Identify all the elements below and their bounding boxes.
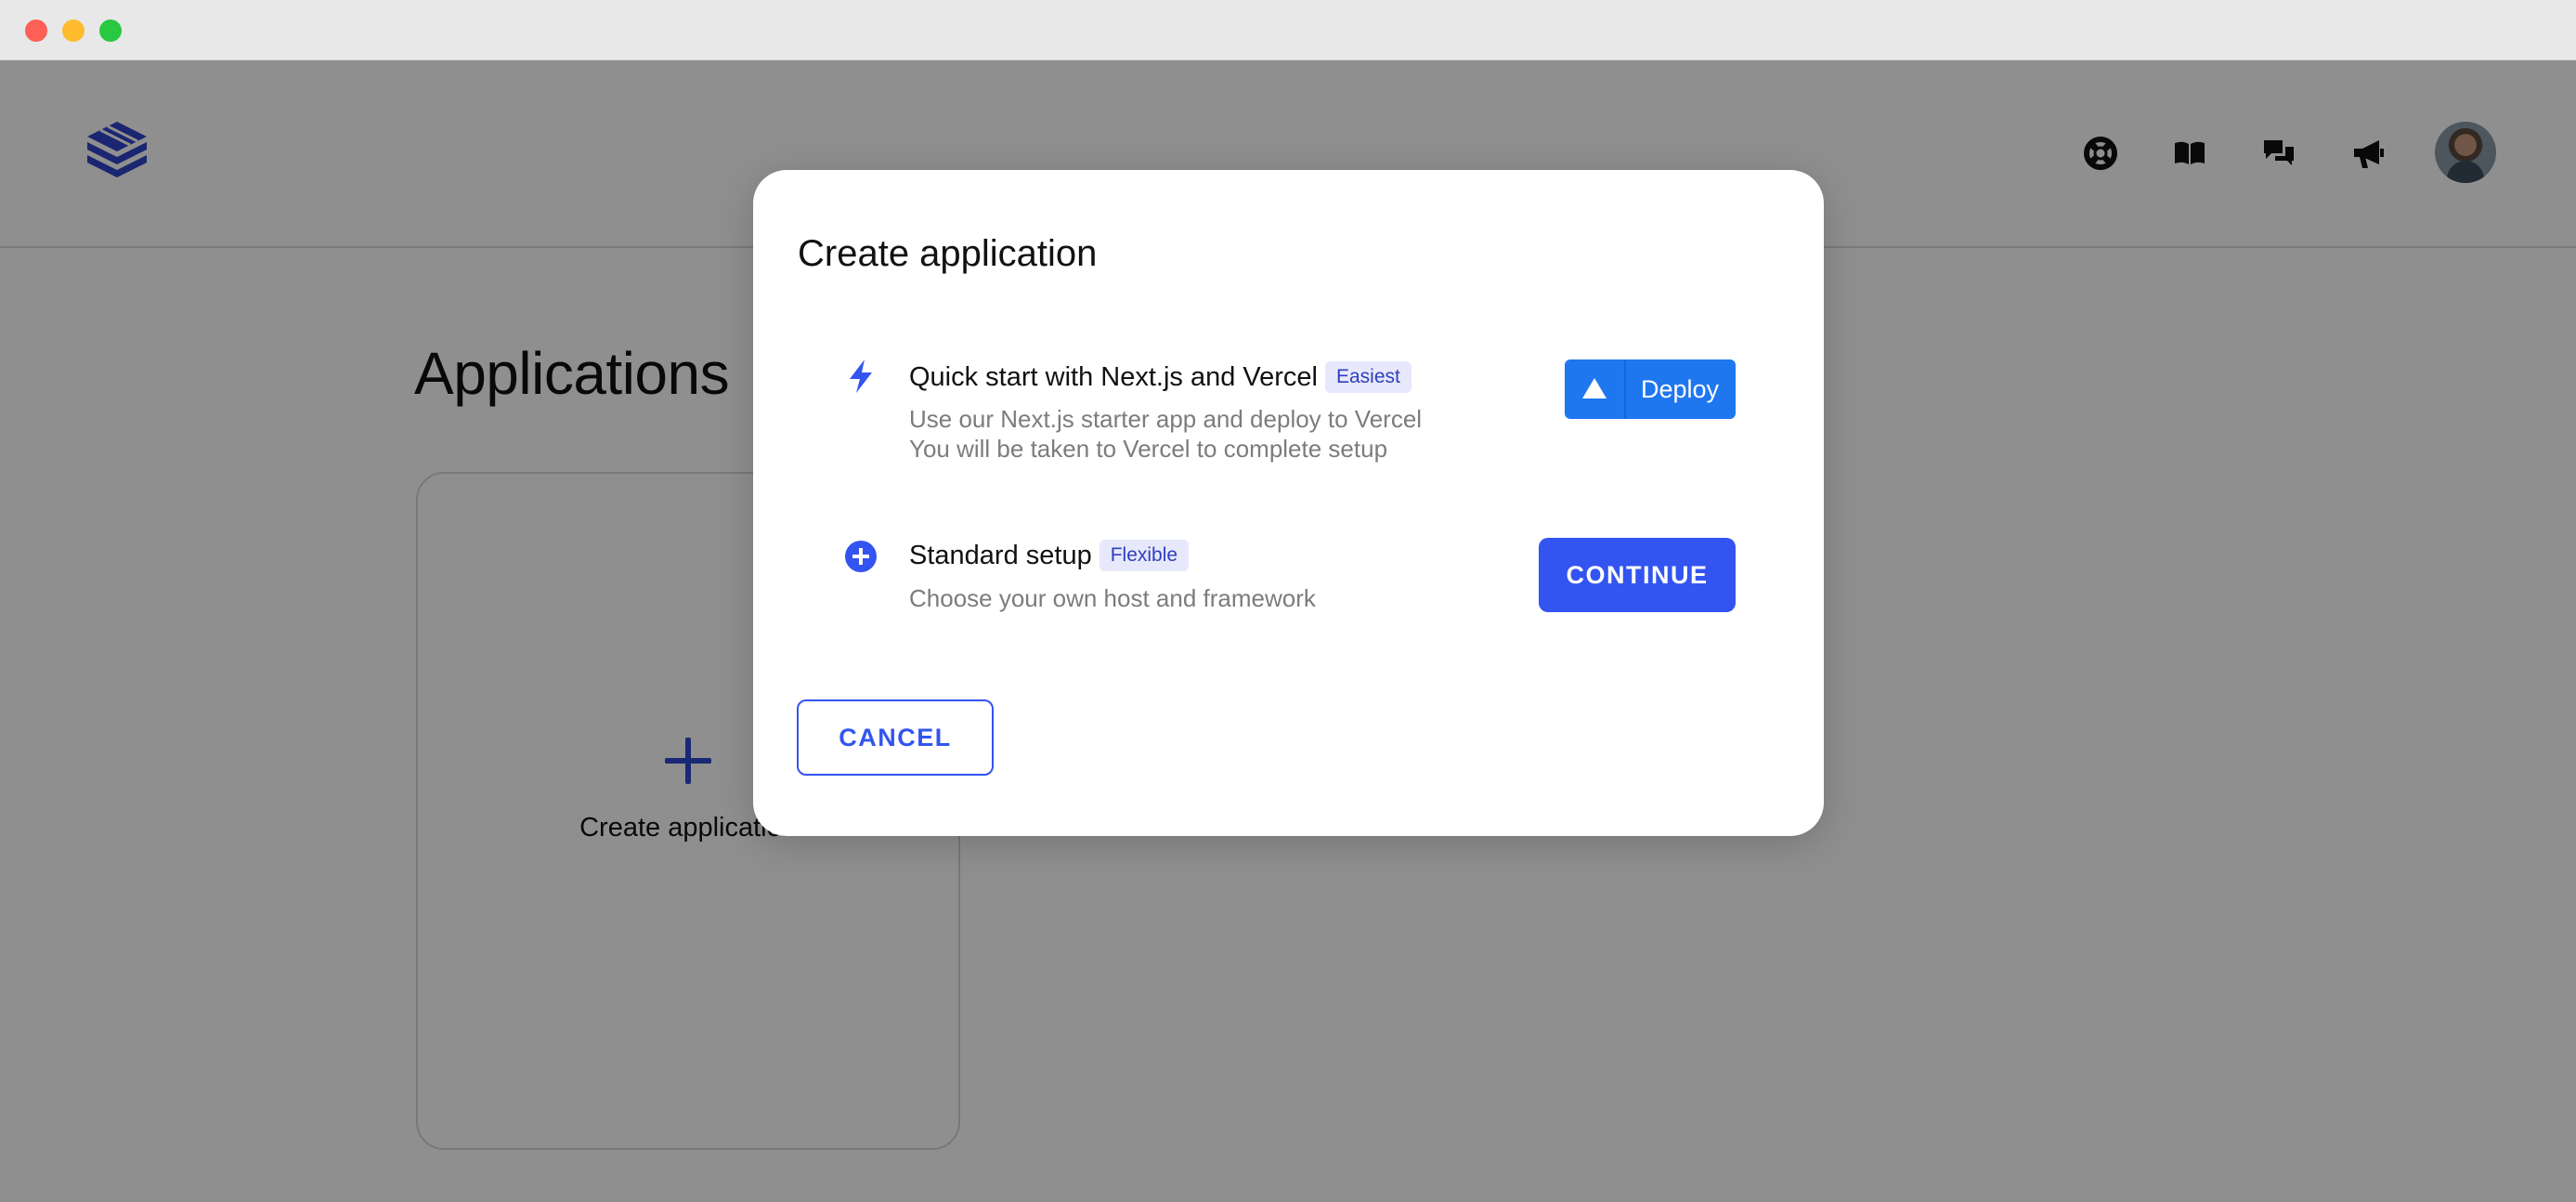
standard-setup-title-text: Standard setup: [909, 541, 1092, 570]
window-titlebar: [0, 0, 2576, 60]
vercel-triangle-icon: [1565, 359, 1626, 419]
create-application-modal: Create application Quick start with Next…: [753, 170, 1824, 836]
modal-title: Create application: [798, 233, 1098, 274]
window-minimize-button[interactable]: [62, 20, 85, 42]
plus-circle-icon: [842, 538, 879, 575]
quick-start-option-title: Quick start with Next.js and Vercel Easie…: [909, 361, 1412, 393]
standard-setup-option-title: Standard setup Flexible: [909, 540, 1190, 571]
lightning-bolt-icon: [842, 358, 879, 395]
window-maximize-button[interactable]: [99, 20, 122, 42]
continue-button[interactable]: CONTINUE: [1539, 538, 1736, 612]
deploy-button-label: Deploy: [1640, 375, 1720, 403]
flexible-badge: Flexible: [1099, 540, 1190, 571]
easiest-badge: Easiest: [1325, 361, 1412, 393]
cancel-button[interactable]: CANCEL: [797, 699, 994, 776]
deploy-to-vercel-button[interactable]: Deploy: [1565, 359, 1736, 419]
quick-start-description-line1: Use our Next.js starter app and deploy t…: [909, 405, 1423, 433]
standard-setup-description: Choose your own host and framework: [909, 584, 1316, 612]
window-close-button[interactable]: [25, 20, 47, 42]
quick-start-description-line2: You will be taken to Vercel to complete …: [909, 435, 1388, 463]
quick-start-title-text: Quick start with Next.js and Vercel: [909, 362, 1318, 392]
